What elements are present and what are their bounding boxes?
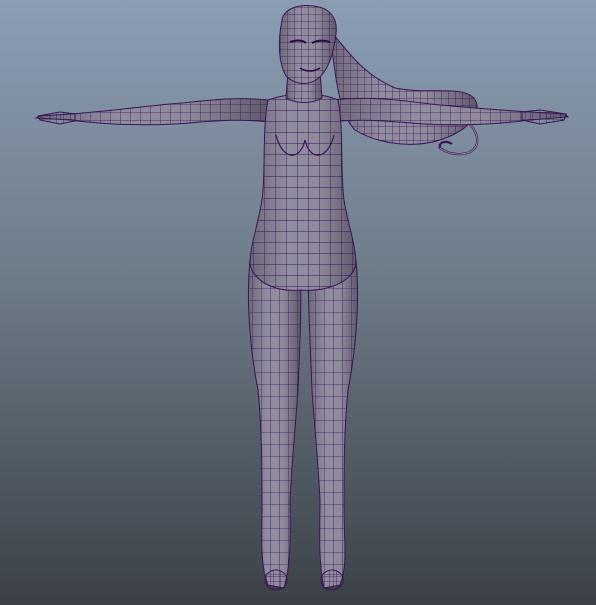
torso-mesh[interactable] [249, 93, 357, 291]
3d-viewport[interactable] [0, 0, 596, 605]
viewport-canvas[interactable] [0, 0, 596, 605]
